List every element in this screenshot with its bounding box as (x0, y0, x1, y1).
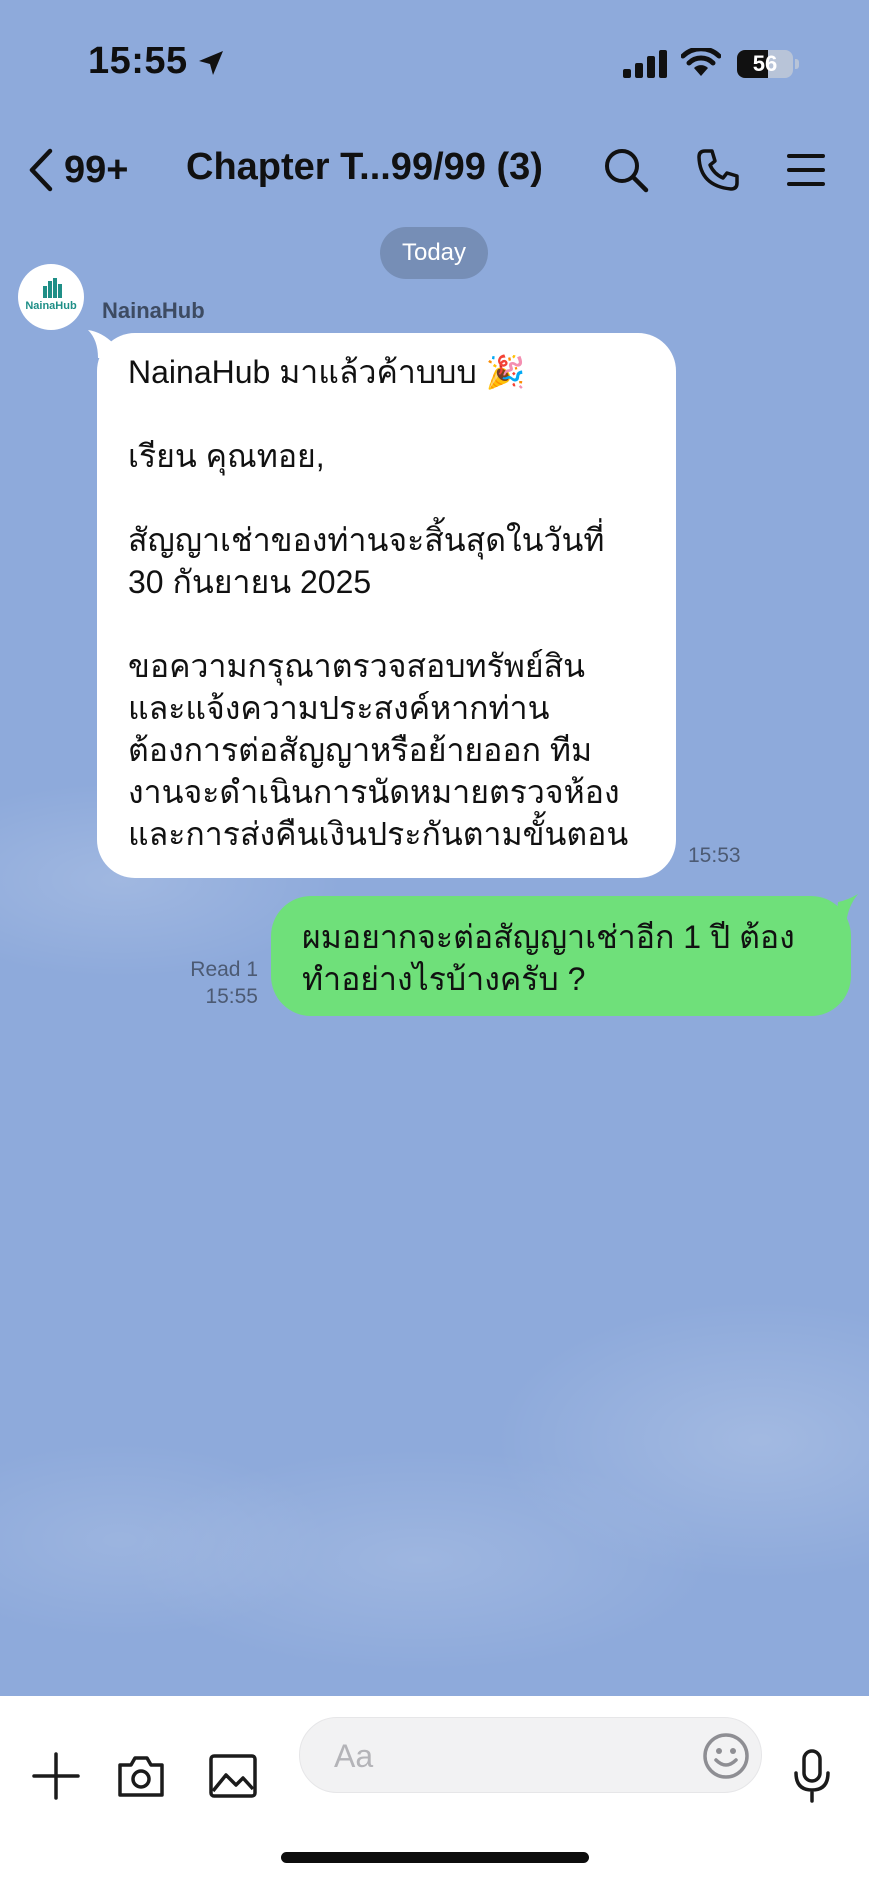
status-bar: 15:55 56 (0, 0, 869, 130)
message-line: และการส่งคืนเงินประกันตามขั้นตอน (128, 816, 629, 852)
camera-icon (118, 1756, 164, 1797)
plus-icon (32, 1752, 80, 1800)
chat-header: 99+ Chapter T...99/99 (3) (0, 130, 869, 210)
emoji-button[interactable] (700, 1730, 752, 1782)
message-line: ต้องการต่อสัญญาหรือย้ายออก ทีม (128, 732, 593, 768)
home-indicator[interactable] (281, 1852, 589, 1863)
menu-button[interactable] (778, 142, 834, 198)
battery-cap (795, 59, 799, 69)
message-line: และแจ้งความประสงค์หากท่าน (128, 690, 550, 726)
camera-button[interactable] (113, 1748, 169, 1804)
sender-name: NainaHub (102, 298, 205, 323)
battery-level: 56 (752, 51, 778, 76)
battery-icon: 56 (737, 50, 793, 78)
menu-icon (787, 154, 825, 186)
read-receipt: Read 1 15:55 (180, 956, 258, 1010)
search-button[interactable] (598, 142, 654, 198)
message-bubble-outgoing[interactable]: ผมอยากจะต่อสัญญาเช่าอีก 1 ปี ต้อง ทำอย่า… (271, 896, 851, 1016)
cellular-signal-icon (623, 50, 667, 78)
read-label: Read 1 (190, 958, 258, 981)
phone-icon (697, 149, 739, 191)
chat-title[interactable]: Chapter T...99/99 (3) (186, 146, 576, 189)
message-bubble-incoming[interactable]: NainaHub มาแล้วค้าบบบ 🎉 เรียน คุณทอย, สั… (97, 333, 676, 878)
microphone-icon (794, 1749, 830, 1803)
date-divider: Today (380, 227, 488, 279)
voice-button[interactable] (784, 1748, 840, 1804)
image-icon (209, 1754, 257, 1798)
chat-screen: 15:55 56 99+ Chapter T...99/99 (3) Today… (0, 0, 869, 1884)
gallery-button[interactable] (205, 1748, 261, 1804)
message-line: เรียน คุณทอย, (128, 438, 325, 474)
status-time: 15:55 (88, 40, 188, 82)
message-line: NainaHub มาแล้วค้าบบบ 🎉 (128, 354, 526, 390)
message-line: ขอความกรุณาตรวจสอบทรัพย์สิน (128, 648, 586, 684)
message-line: สัญญาเช่าของท่านจะสิ้นสุดในวันที่ (128, 522, 605, 558)
unread-count: 99+ (64, 148, 129, 191)
location-arrow-icon (199, 51, 223, 75)
emoji-icon (703, 1733, 749, 1779)
message-line: 30 กันยายน 2025 (128, 564, 372, 600)
message-timestamp: 15:53 (688, 844, 741, 867)
message-line: ทำอย่างไรบ้างครับ ? (302, 961, 586, 997)
back-button[interactable]: 99+ (28, 142, 128, 198)
message-line: ผมอยากจะต่อสัญญาเช่าอีก 1 ปี ต้อง (302, 919, 795, 955)
message-line: งานจะดำเนินการนัดหมายตรวจห้อง (128, 774, 620, 810)
avatar-logo-text: NainaHub (25, 300, 77, 312)
message-timestamp: 15:55 (205, 985, 258, 1008)
avatar[interactable]: NainaHub (18, 264, 84, 330)
search-icon (605, 149, 649, 193)
wifi-icon (681, 48, 721, 76)
message-input-field[interactable] (299, 1717, 762, 1793)
message-input[interactable] (332, 1732, 676, 1780)
nainahub-logo: NainaHub (25, 278, 77, 312)
call-button[interactable] (690, 142, 746, 198)
add-button[interactable] (28, 1748, 84, 1804)
chevron-left-icon (29, 148, 53, 192)
